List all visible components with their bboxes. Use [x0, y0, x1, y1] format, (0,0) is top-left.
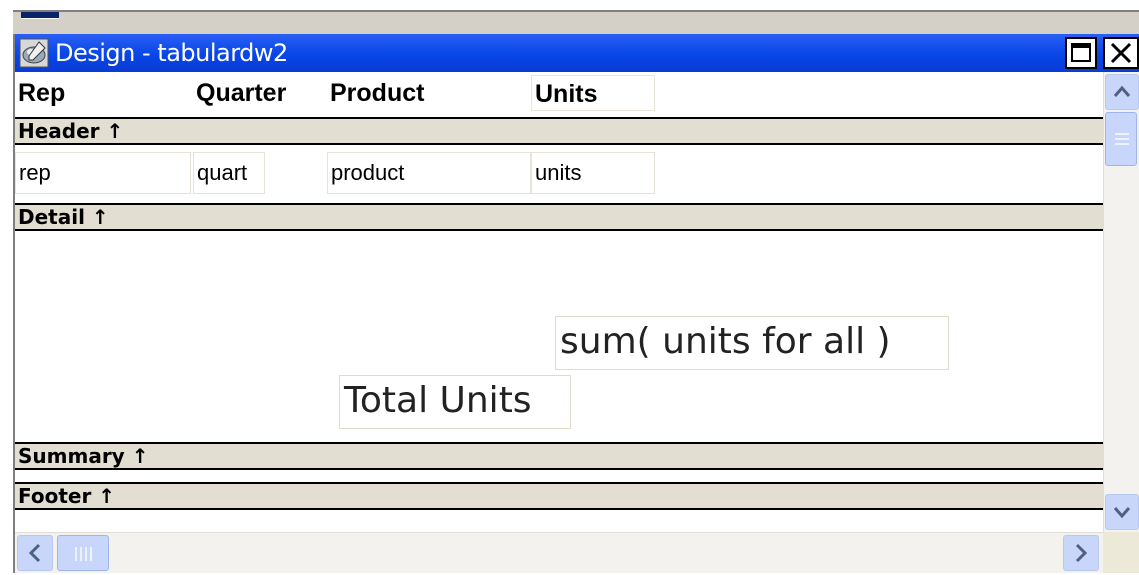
thumb-grip — [80, 547, 82, 561]
band-footer-arrow: ↑ — [98, 484, 116, 508]
band-footer-label: Footer — [18, 484, 92, 508]
scroll-left-button[interactable] — [17, 535, 53, 571]
chevron-left-icon — [28, 543, 41, 563]
minimized-window-bar[interactable] — [21, 12, 59, 19]
thumb-grip — [85, 547, 87, 561]
band-header-arrow: ↑ — [106, 119, 124, 143]
band-header[interactable]: Header ↑ — [15, 117, 1103, 145]
title-bar[interactable]: Design - tabulardw2 — [15, 34, 1139, 72]
window-title: Design - tabulardw2 — [55, 39, 288, 67]
thumb-grip — [1115, 143, 1129, 145]
band-summary[interactable]: Summary ↑ — [15, 442, 1103, 470]
band-footer[interactable]: Footer ↑ — [15, 482, 1103, 510]
chevron-down-icon — [1113, 507, 1131, 519]
design-window: Design - tabulardw2 Rep Quarter Product … — [13, 34, 1139, 573]
field-product[interactable]: product — [327, 152, 531, 194]
thumb-grip — [90, 547, 92, 561]
maximize-button[interactable] — [1065, 37, 1097, 69]
band-summary-label: Summary — [18, 444, 125, 468]
close-button[interactable] — [1103, 37, 1139, 69]
vertical-scrollbar[interactable] — [1103, 72, 1139, 532]
horizontal-scroll-thumb[interactable] — [57, 535, 109, 571]
header-label-units[interactable]: Units — [531, 75, 655, 111]
scroll-up-button[interactable] — [1105, 74, 1139, 110]
parent-window-frame — [13, 10, 1139, 34]
scroll-right-button[interactable] — [1063, 535, 1099, 571]
maximize-icon — [1071, 43, 1091, 62]
thumb-grip — [1115, 138, 1129, 140]
thumb-grip — [75, 547, 77, 561]
band-detail-label: Detail — [18, 205, 85, 229]
computed-field-sum-units[interactable]: sum( units for all ) — [555, 316, 949, 370]
band-detail[interactable]: Detail ↑ — [15, 203, 1103, 231]
text-total-units[interactable]: Total Units — [339, 375, 571, 429]
band-summary-arrow: ↑ — [131, 444, 149, 468]
field-quarter[interactable]: quart — [193, 152, 265, 194]
header-label-quarter[interactable]: Quarter — [193, 75, 325, 111]
chevron-right-icon — [1075, 543, 1088, 563]
thumb-grip — [1115, 133, 1129, 135]
scroll-down-button[interactable] — [1105, 494, 1139, 530]
horizontal-scrollbar[interactable] — [15, 532, 1103, 573]
field-units[interactable]: units — [531, 152, 655, 194]
datawindow-painter-icon[interactable] — [19, 38, 49, 68]
field-rep[interactable]: rep — [15, 152, 191, 194]
scrollbar-corner — [1103, 532, 1139, 573]
header-label-product[interactable]: Product — [327, 75, 531, 111]
vertical-scroll-thumb[interactable] — [1105, 112, 1137, 166]
header-label-rep[interactable]: Rep — [15, 75, 193, 111]
chevron-up-icon — [1113, 85, 1131, 97]
close-icon — [1110, 42, 1132, 64]
band-detail-arrow: ↑ — [91, 205, 109, 229]
design-canvas[interactable]: Rep Quarter Product Units Header ↑ rep q… — [15, 72, 1103, 532]
band-header-label: Header — [18, 119, 100, 143]
